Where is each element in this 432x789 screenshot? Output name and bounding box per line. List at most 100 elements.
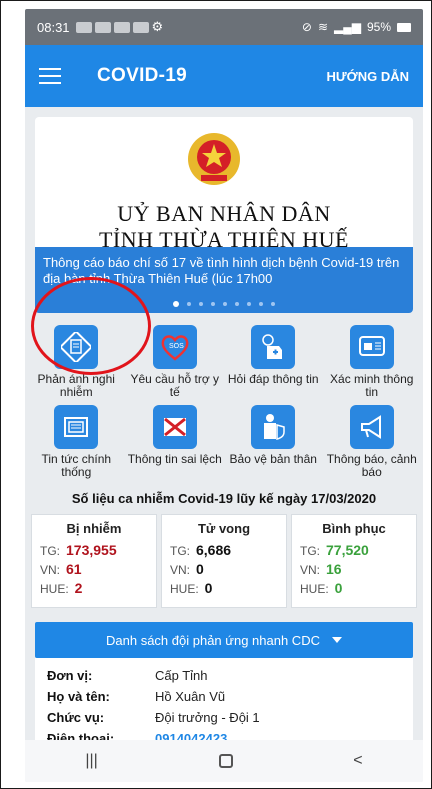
detail-value: Hồ Xuân Vũ — [155, 689, 226, 704]
stat-label: HUE: — [300, 582, 329, 596]
stats-title: Số liệu ca nhiễm Covid-19 lũy kế ngày 17… — [71, 491, 377, 506]
stats-row: Bị nhiễm TG: 173,955 VN: 61 HUE: 2 Tử vong … — [25, 506, 423, 608]
settings-icon: ⚙ — [151, 19, 164, 34]
national-emblem-icon — [188, 133, 240, 185]
detail-label: Đơn vị: — [47, 668, 93, 683]
signal-icon: ▂▄▆ — [334, 20, 361, 34]
status-time: 08:31 — [37, 19, 70, 35]
notification-icon — [94, 21, 111, 33]
tile-announcements[interactable]: Thông báo, cảnh báo — [323, 405, 422, 479]
tile-label: Thông báo, cảnh báo — [326, 452, 417, 479]
megaphone-icon — [349, 405, 394, 449]
guide-button[interactable]: HƯỚNG DẪN — [326, 69, 409, 84]
carousel-dot[interactable] — [187, 302, 191, 306]
battery-text: 95% — [366, 20, 391, 34]
home-button[interactable] — [218, 754, 233, 768]
cdc-dropdown-label: Danh sách đội phản ứng nhanh CDC — [106, 632, 320, 648]
carousel-dot[interactable] — [199, 302, 203, 306]
stat-head: Bình phục — [322, 521, 386, 536]
stat-label: TG: — [300, 544, 320, 558]
misinformation-icon — [152, 405, 197, 449]
menu-icon[interactable] — [39, 68, 61, 84]
news-banner[interactable]: UỶ BAN NHÂN DÂN TỈNH THỪA THIÊN HUẾ Thôn… — [35, 117, 413, 313]
tile-official-news[interactable]: Tin tức chính thống — [27, 405, 126, 479]
gov-title-line1: UỶ BAN NHÂN DÂN — [117, 201, 331, 226]
stat-value: 2 — [74, 580, 83, 596]
stat-value: 77,520 — [326, 542, 369, 558]
self-protection-icon — [251, 405, 296, 449]
feature-grid: Phản ánh nghi nhiễm SOS Yêu cầu hỗ trợ y… — [25, 313, 423, 479]
cdc-team-dropdown[interactable]: Danh sách đội phản ứng nhanh CDC — [35, 622, 413, 658]
medical-qa-icon — [251, 325, 296, 369]
stat-label: VN: — [40, 563, 61, 577]
status-right: ⊘ ≋ ▂▄▆ 95% — [302, 20, 411, 34]
tile-misinformation[interactable]: Thông tin sai lệch — [126, 405, 225, 479]
app-title: COVID-19 — [97, 65, 188, 86]
screenshot-frame: 08:31 ⚙ ⊘ ≋ ▂▄▆ 95% COVID-19 HƯỚNG DẪN U… — [0, 0, 432, 789]
detail-value: Đội trưởng - Đội 1 — [155, 710, 260, 725]
chevron-down-icon — [331, 637, 342, 643]
stat-card-deaths: Tử vong TG: 6,686 VN: 0 HUE: 0 — [161, 514, 287, 608]
battery-icon — [397, 22, 411, 32]
news-caption[interactable]: Thông cáo báo chí số 17 về tình hình dịc… — [35, 247, 413, 313]
tile-report-suspected[interactable]: Phản ánh nghi nhiễm — [27, 325, 126, 399]
tile-label: Yêu cầu hỗ trợ y tế — [130, 372, 220, 399]
detail-label: Họ và tên: — [47, 689, 110, 704]
notification-icon — [132, 21, 149, 33]
stat-head: Tử vong — [197, 521, 251, 536]
wifi-icon: ≋ — [317, 20, 328, 34]
stat-value: 0 — [204, 580, 213, 596]
verify-info-icon — [349, 325, 394, 369]
tile-medical-support[interactable]: SOS Yêu cầu hỗ trợ y tế — [126, 325, 225, 399]
stat-card-recovered: Bình phục TG: 77,520 VN: 16 HUE: 0 — [291, 514, 417, 608]
stat-label: HUE: — [40, 582, 69, 596]
tile-label: Hỏi đáp thông tin — [227, 372, 319, 386]
carousel-dots — [35, 301, 413, 307]
back-button[interactable]: < — [353, 752, 362, 770]
notification-icons: ⚙ — [75, 19, 164, 35]
stat-value: 0 — [334, 580, 343, 596]
carousel-dot[interactable] — [247, 302, 251, 306]
tile-qa[interactable]: Hỏi đáp thông tin — [224, 325, 323, 399]
notification-icon — [75, 21, 92, 33]
phone-screen: 08:31 ⚙ ⊘ ≋ ▂▄▆ 95% COVID-19 HƯỚNG DẪN U… — [25, 9, 423, 782]
stat-label: VN: — [170, 563, 191, 577]
stat-card-infected: Bị nhiễm TG: 173,955 VN: 61 HUE: 2 — [31, 514, 157, 608]
notification-icon — [113, 21, 130, 33]
carousel-dot[interactable] — [173, 301, 179, 307]
carousel-dot[interactable] — [223, 302, 227, 306]
detail-value: Cấp Tỉnh — [155, 668, 208, 683]
carousel-dot[interactable] — [235, 302, 239, 306]
tile-label: Phản ánh nghi nhiễm — [37, 372, 115, 399]
stat-value: 0 — [196, 561, 204, 577]
svg-text:SOS: SOS — [169, 343, 184, 350]
stat-value: 16 — [326, 561, 342, 577]
official-news-icon — [54, 405, 99, 449]
tile-self-protection[interactable]: Bảo vệ bản thân — [224, 405, 323, 479]
recent-apps-button[interactable]: ||| — [85, 752, 97, 770]
stat-label: TG: — [40, 544, 60, 558]
app-bar: COVID-19 HƯỚNG DẪN — [25, 45, 423, 107]
carousel-dot[interactable] — [211, 302, 215, 306]
tile-label: Bảo vệ bản thân — [229, 452, 317, 466]
stat-value: 6,686 — [196, 542, 232, 558]
stat-label: VN: — [300, 563, 321, 577]
stat-value: 61 — [66, 561, 82, 577]
detail-label: Chức vụ: — [47, 710, 105, 725]
report-suspected-icon — [54, 325, 99, 369]
sos-heart-icon: SOS — [152, 325, 197, 369]
stat-value: 173,955 — [66, 542, 117, 558]
stat-label: HUE: — [170, 582, 199, 596]
tile-label: Xác minh thông tin — [330, 372, 414, 399]
android-nav-bar: ||| < — [25, 740, 423, 782]
carousel-dot[interactable] — [259, 302, 263, 306]
carousel-dot[interactable] — [271, 302, 275, 306]
tile-label: Thông tin sai lệch — [127, 452, 222, 466]
stat-head: Bị nhiễm — [66, 521, 122, 536]
status-bar: 08:31 ⚙ ⊘ ≋ ▂▄▆ 95% — [25, 9, 423, 45]
tile-label: Tin tức chính thống — [41, 452, 112, 479]
stat-label: TG: — [170, 544, 190, 558]
news-text: Thông cáo báo chí số 17 về tình hình dịc… — [43, 255, 400, 286]
tile-verify[interactable]: Xác minh thông tin — [323, 325, 422, 399]
mute-icon: ⊘ — [301, 20, 312, 34]
